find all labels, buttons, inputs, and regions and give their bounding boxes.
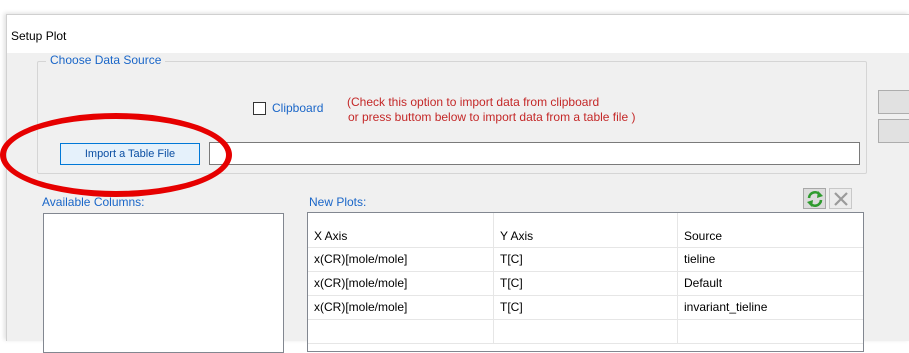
cell-source[interactable]: invariant_tieline — [678, 296, 863, 319]
table-row[interactable]: x(CR)[mole/mole] T[C] Default — [308, 272, 863, 296]
hint-line-1: (Check this option to import data from c… — [347, 95, 600, 109]
new-plots-label: New Plots: — [309, 195, 367, 209]
title-bar: Setup Plot — [7, 15, 909, 53]
column-header-y-axis[interactable]: Y Axis — [494, 213, 678, 247]
table-row[interactable]: x(CR)[mole/mole] T[C] tieline — [308, 248, 863, 272]
available-columns-list[interactable] — [43, 213, 284, 353]
cell-x-axis[interactable]: x(CR)[mole/mole] — [308, 272, 494, 295]
clipboard-checkbox[interactable] — [253, 102, 266, 115]
cell-y-axis[interactable]: T[C] — [494, 272, 678, 295]
file-path-input[interactable] — [209, 142, 860, 165]
side-button-top[interactable] — [878, 90, 909, 114]
cell-source[interactable]: tieline — [678, 248, 863, 271]
import-table-file-button[interactable]: Import a Table File — [60, 143, 200, 165]
side-button-bottom[interactable] — [878, 119, 909, 143]
table-row[interactable]: x(CR)[mole/mole] T[C] invariant_tieline — [308, 296, 863, 320]
hint-line-2: or press buttom below to import data fro… — [348, 110, 636, 124]
gray-x-icon — [833, 191, 848, 206]
cell-x-axis[interactable]: x(CR)[mole/mole] — [308, 248, 494, 271]
column-header-source[interactable]: Source — [678, 213, 863, 247]
new-plots-grid[interactable]: X Axis Y Axis Source x(CR)[mole/mole] T[… — [307, 212, 864, 352]
table-row-empty[interactable] — [308, 320, 863, 344]
cell-x-axis[interactable]: x(CR)[mole/mole] — [308, 296, 494, 319]
grid-header-row: X Axis Y Axis Source — [308, 213, 863, 248]
green-refresh-arrows-icon — [806, 190, 823, 207]
refresh-button[interactable] — [803, 188, 826, 209]
data-source-hint: (Check this option to import data from c… — [347, 95, 635, 125]
clipboard-label[interactable]: Clipboard — [272, 101, 323, 115]
cell-y-axis[interactable]: T[C] — [494, 296, 678, 319]
cell-source[interactable]: Default — [678, 272, 863, 295]
delete-button[interactable] — [829, 188, 852, 209]
available-columns-label: Available Columns: — [42, 195, 145, 209]
choose-data-source-label: Choose Data Source — [46, 53, 166, 67]
cell-y-axis[interactable]: T[C] — [494, 248, 678, 271]
column-header-x-axis[interactable]: X Axis — [308, 213, 494, 247]
window-title: Setup Plot — [11, 29, 67, 43]
